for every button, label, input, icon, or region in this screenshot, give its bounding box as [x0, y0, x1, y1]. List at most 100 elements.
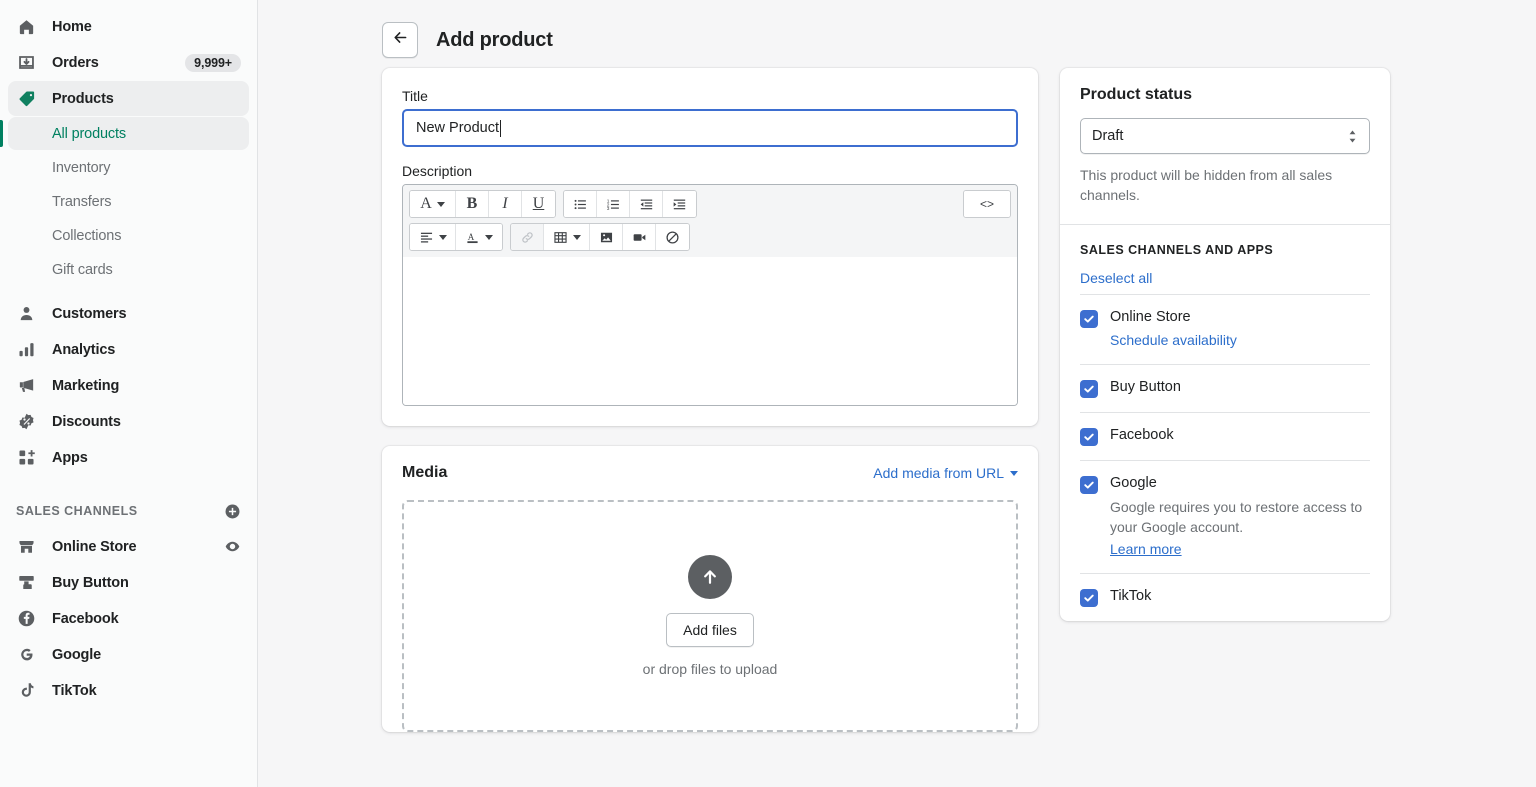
- sidebar-item-products[interactable]: Products: [8, 81, 249, 116]
- channel-label: Facebook: [1110, 427, 1174, 443]
- channel-checkbox[interactable]: [1080, 589, 1098, 607]
- stepper-icon: [1347, 129, 1358, 144]
- secondary-column: Product status Draft This product will b…: [1060, 68, 1390, 641]
- sidebar-item-label: Apps: [52, 450, 88, 466]
- arrow-left-icon: [392, 29, 409, 51]
- main-content: Add product Title New Product Descriptio…: [258, 0, 1536, 787]
- sidebar-subitem-label: Inventory: [52, 160, 110, 176]
- table-button[interactable]: [544, 224, 590, 250]
- deselect-all-button[interactable]: Deselect all: [1080, 270, 1152, 286]
- page-header: Add product: [382, 12, 1412, 68]
- sidebar-channel-buy-button[interactable]: Buy Button: [8, 565, 249, 600]
- schedule-availability-link[interactable]: Schedule availability: [1110, 332, 1237, 348]
- sidebar-item-customers[interactable]: Customers: [8, 296, 249, 331]
- orders-icon: [16, 53, 36, 73]
- chevron-down-icon: [439, 235, 447, 240]
- insert-image-button[interactable]: [590, 224, 623, 250]
- sidebar-channel-tiktok[interactable]: TikTok: [8, 673, 249, 708]
- sidebar-subitem-transfers[interactable]: Transfers: [8, 185, 249, 218]
- product-status-card: Product status Draft This product will b…: [1060, 68, 1390, 621]
- add-files-button[interactable]: Add files: [666, 613, 754, 647]
- sidebar-item-apps[interactable]: Apps: [8, 440, 249, 475]
- product-status-section: Product status Draft This product will b…: [1060, 68, 1390, 224]
- sales-channels-section-header: SALES CHANNELS: [16, 497, 241, 525]
- back-button[interactable]: [382, 22, 418, 58]
- channel-row-online-store: Online Store Schedule availability: [1060, 295, 1390, 364]
- sidebar-item-home[interactable]: Home: [8, 9, 249, 44]
- title-input[interactable]: New Product: [402, 109, 1018, 147]
- bold-button[interactable]: B: [456, 191, 489, 217]
- sidebar-subitem-gift-cards[interactable]: Gift cards: [8, 253, 249, 286]
- channel-checkbox[interactable]: [1080, 476, 1098, 494]
- channel-checkbox[interactable]: [1080, 310, 1098, 328]
- sidebar-channel-online-store[interactable]: Online Store: [8, 529, 249, 564]
- chevron-down-icon: [573, 235, 581, 240]
- sidebar-channel-label: Facebook: [52, 611, 119, 627]
- buy-button-icon: [16, 573, 36, 593]
- bulleted-list-button[interactable]: [564, 191, 597, 217]
- channel-row-buy-button: Buy Button: [1060, 365, 1390, 412]
- list-indent-group: 123: [563, 190, 697, 218]
- sidebar-item-discounts[interactable]: Discounts: [8, 404, 249, 439]
- channel-label: TikTok: [1110, 588, 1151, 604]
- sidebar-item-analytics[interactable]: Analytics: [8, 332, 249, 367]
- text-color-button[interactable]: A: [456, 224, 502, 250]
- clear-formatting-button[interactable]: [656, 224, 689, 250]
- add-media-from-url-button[interactable]: Add media from URL: [873, 465, 1018, 481]
- outdent-button[interactable]: [630, 191, 663, 217]
- numbered-list-button[interactable]: 123: [597, 191, 630, 217]
- code-view-button[interactable]: <>: [964, 191, 1010, 217]
- bold-glyph: B: [467, 195, 478, 213]
- editor-toolbar-row-1: A B I: [403, 185, 1017, 223]
- insert-video-button[interactable]: [623, 224, 656, 250]
- sidebar-channel-google[interactable]: Google: [8, 637, 249, 672]
- sidebar-subitem-label: All products: [52, 126, 126, 142]
- media-dropzone[interactable]: Add files or drop files to upload: [402, 500, 1018, 732]
- channel-label: Google: [1110, 475, 1370, 491]
- sidebar-channel-label: Online Store: [52, 539, 136, 555]
- sidebar-item-marketing[interactable]: Marketing: [8, 368, 249, 403]
- italic-button[interactable]: I: [489, 191, 522, 217]
- channel-label: Buy Button: [1110, 379, 1181, 395]
- google-icon: [16, 645, 36, 665]
- indent-button[interactable]: [663, 191, 696, 217]
- home-icon: [16, 17, 36, 37]
- main-sidebar: Home Orders 9,999+ Products All products: [0, 0, 258, 787]
- sidebar-item-orders[interactable]: Orders 9,999+: [8, 45, 249, 80]
- sidebar-item-label: Orders: [52, 55, 99, 71]
- sidebar-subitem-collections[interactable]: Collections: [8, 219, 249, 252]
- add-media-from-url-label: Add media from URL: [873, 465, 1004, 481]
- product-status-value: Draft: [1092, 128, 1123, 144]
- add-sales-channel-icon[interactable]: [224, 503, 241, 520]
- app-root: Home Orders 9,999+ Products All products: [0, 0, 1536, 787]
- channel-row-google: Google Google requires you to restore ac…: [1060, 461, 1390, 574]
- sidebar-subitem-inventory[interactable]: Inventory: [8, 151, 249, 184]
- sales-channels-panel-header: SALES CHANNELS AND APPS Deselect all: [1060, 225, 1390, 294]
- description-textarea[interactable]: [403, 257, 1017, 405]
- align-button[interactable]: [410, 224, 456, 250]
- sidebar-item-label: Marketing: [52, 378, 119, 394]
- product-status-help: This product will be hidden from all sal…: [1080, 165, 1370, 206]
- align-color-group: A: [409, 223, 503, 251]
- discount-badge-icon: [16, 412, 36, 432]
- title-field-label: Title: [402, 88, 1018, 104]
- channel-checkbox[interactable]: [1080, 380, 1098, 398]
- sidebar-subitem-all-products[interactable]: All products: [8, 117, 249, 150]
- insert-group: [510, 223, 690, 251]
- learn-more-link[interactable]: Learn more: [1110, 541, 1182, 557]
- page-title: Add product: [436, 29, 553, 52]
- product-status-select[interactable]: Draft: [1080, 118, 1370, 154]
- svg-text:A: A: [468, 232, 475, 242]
- preview-eye-icon[interactable]: [224, 538, 241, 555]
- channel-row-tiktok: TikTok: [1060, 574, 1390, 621]
- font-style-button[interactable]: A: [410, 191, 456, 217]
- channel-row-facebook: Facebook: [1060, 413, 1390, 460]
- underline-glyph: U: [533, 195, 545, 213]
- italic-glyph: I: [502, 195, 507, 213]
- sidebar-channel-facebook[interactable]: Facebook: [8, 601, 249, 636]
- sidebar-item-label: Products: [52, 91, 114, 107]
- google-access-note: Google requires you to restore access to…: [1110, 497, 1370, 538]
- font-style-glyph: A: [420, 195, 432, 213]
- underline-button[interactable]: U: [522, 191, 555, 217]
- channel-checkbox[interactable]: [1080, 428, 1098, 446]
